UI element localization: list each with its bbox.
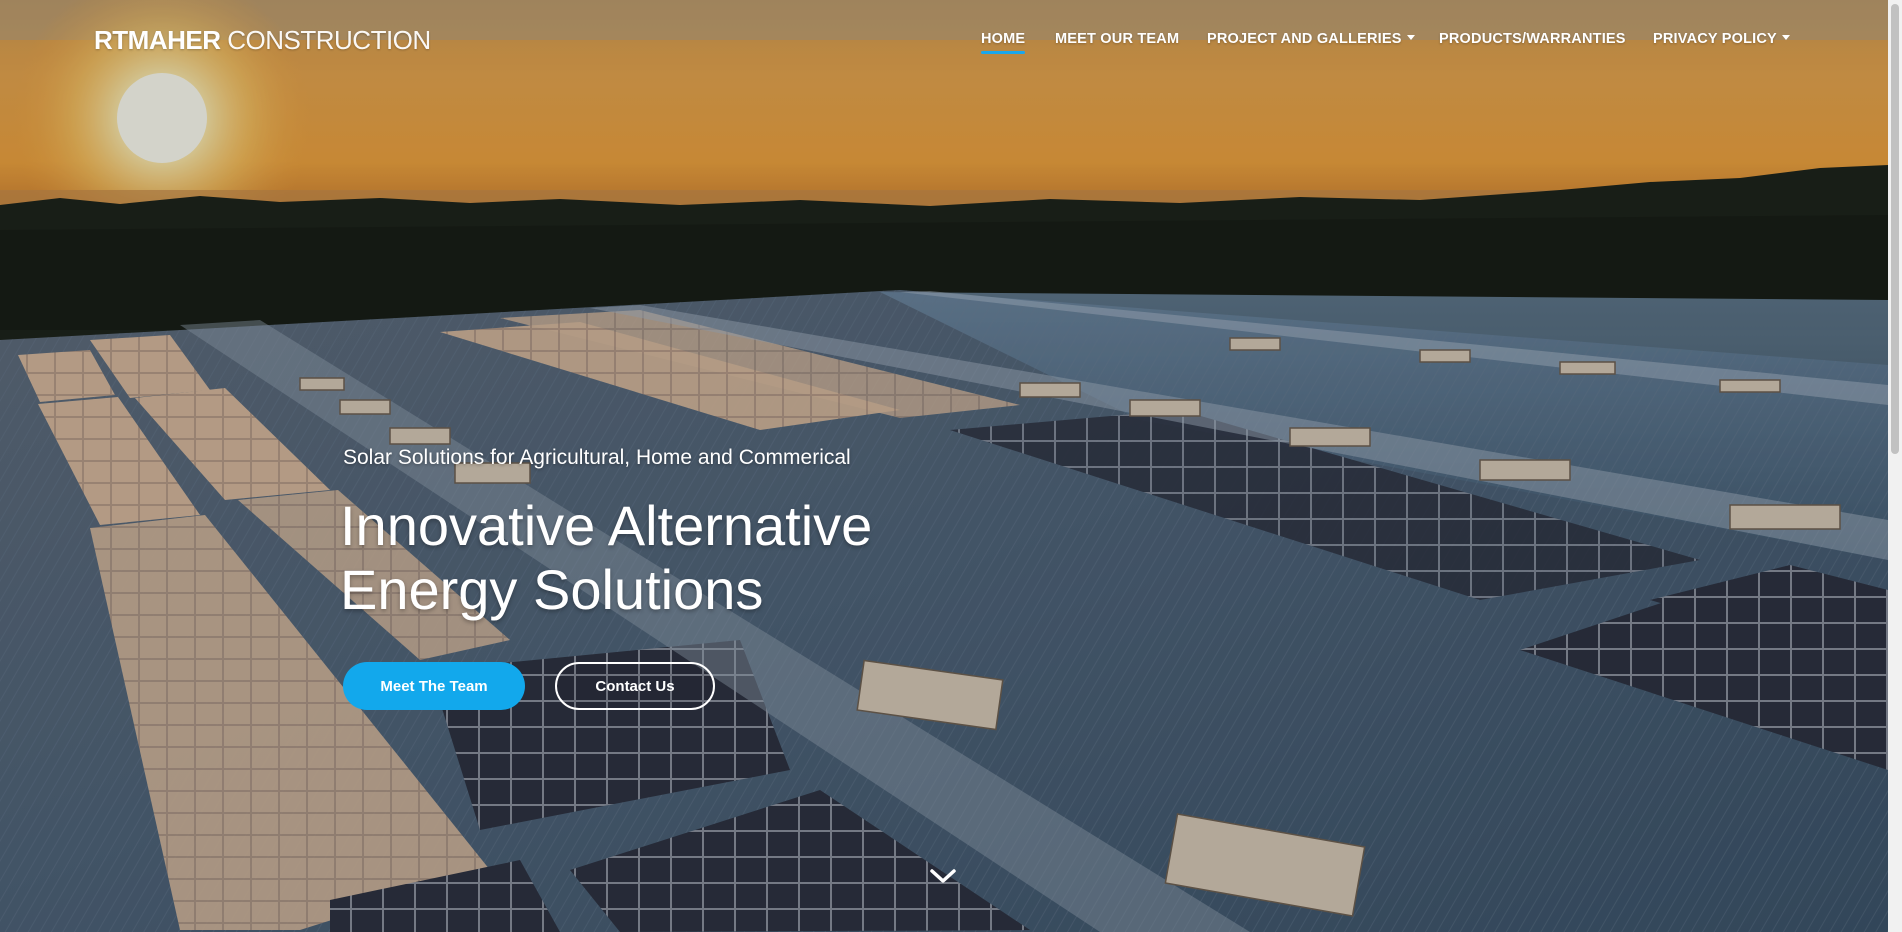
caret-down-icon (1406, 35, 1415, 40)
caret-down-icon (1781, 35, 1790, 40)
chevron-down-icon[interactable] (929, 866, 957, 886)
nav-item-home[interactable]: HOME (981, 31, 1026, 54)
page-scrollbar[interactable] (1888, 0, 1902, 932)
nav-item-label: HOME (981, 31, 1026, 47)
nav-item-label: PRIVACY POLICY (1653, 31, 1777, 47)
main-navigation: HOME MEET OUR TEAM PROJECT AND GALLERIES… (0, 31, 1888, 61)
nav-item-products-warranties[interactable]: PRODUCTS/WARRANTIES (1439, 31, 1626, 47)
hero-headline: Innovative Alternative Energy Solutions (340, 494, 872, 622)
nav-item-project-and-galleries[interactable]: PROJECT AND GALLERIES (1207, 31, 1415, 47)
hero-background-image (0, 0, 1888, 932)
nav-item-label: PRODUCTS/WARRANTIES (1439, 31, 1626, 47)
meet-the-team-button[interactable]: Meet The Team (343, 662, 525, 710)
hero-tagline: Solar Solutions for Agricultural, Home a… (343, 446, 851, 469)
nav-item-meet-our-team[interactable]: MEET OUR TEAM (1055, 31, 1179, 47)
scrollbar-thumb[interactable] (1891, 4, 1899, 454)
hero-headline-line-1: Innovative Alternative (340, 494, 873, 557)
hero-headline-line-2: Energy Solutions (340, 558, 764, 621)
nav-item-label: MEET OUR TEAM (1055, 31, 1180, 47)
nav-item-label: PROJECT AND GALLERIES (1207, 31, 1402, 47)
nav-item-privacy-policy[interactable]: PRIVACY POLICY (1653, 31, 1790, 47)
contact-us-button[interactable]: Contact Us (555, 662, 715, 710)
